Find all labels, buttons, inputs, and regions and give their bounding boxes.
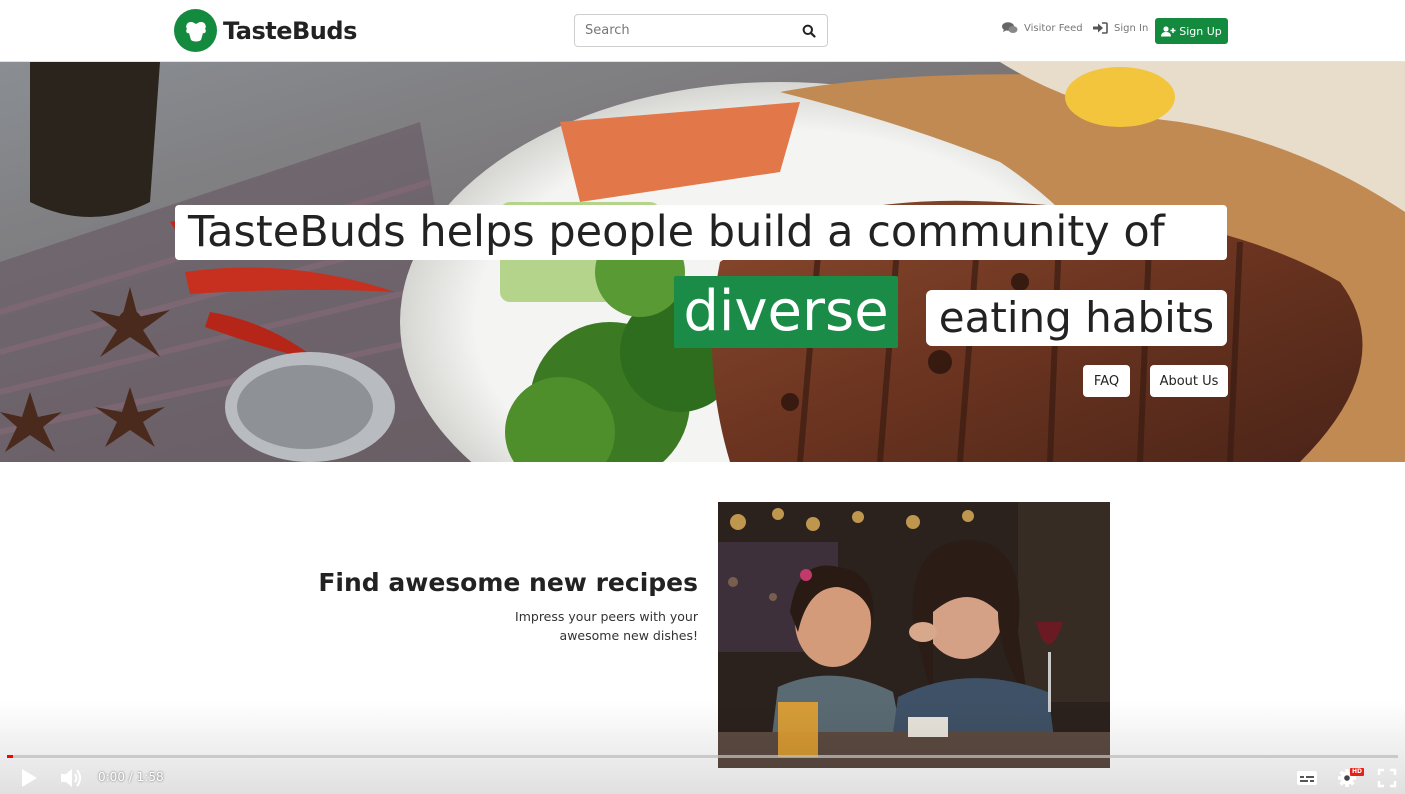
play-icon bbox=[22, 769, 37, 787]
feature-title: Find awesome new recipes bbox=[318, 568, 698, 597]
video-time-separator: / bbox=[128, 770, 133, 784]
hero-banner: TasteBuds helps people build a community… bbox=[0, 62, 1405, 462]
hero-food-image bbox=[0, 62, 1405, 462]
hero-headline-highlight: diverse bbox=[674, 276, 898, 348]
brand-name: TasteBuds bbox=[223, 16, 357, 45]
visitor-feed-link[interactable]: Visitor Feed bbox=[1002, 22, 1083, 34]
sign-in-label: Sign In bbox=[1114, 22, 1149, 34]
feature-description-line1: Impress your peers with your bbox=[515, 609, 698, 624]
sign-up-label: Sign Up bbox=[1179, 24, 1222, 38]
volume-button[interactable] bbox=[58, 765, 86, 791]
faq-button[interactable]: FAQ bbox=[1083, 365, 1130, 397]
feature-description: Impress your peers with your awesome new… bbox=[460, 607, 698, 645]
subtitles-button[interactable] bbox=[1294, 765, 1320, 791]
search-input[interactable] bbox=[575, 15, 791, 46]
volume-icon bbox=[61, 769, 81, 787]
top-navbar: TasteBuds Visitor Feed Sign In bbox=[0, 0, 1405, 62]
video-progress-fill bbox=[7, 755, 13, 758]
search-bar bbox=[574, 14, 828, 47]
search-icon bbox=[802, 24, 816, 38]
visitor-feed-label: Visitor Feed bbox=[1024, 22, 1083, 34]
tastebuds-logo-icon bbox=[174, 9, 217, 52]
brand-link[interactable]: TasteBuds bbox=[174, 9, 357, 52]
user-plus-icon bbox=[1161, 25, 1176, 36]
video-total-time: 1:58 bbox=[136, 770, 164, 784]
video-progress-bar[interactable] bbox=[7, 755, 1398, 758]
comments-icon bbox=[1002, 22, 1018, 33]
hd-badge: HD bbox=[1350, 768, 1365, 776]
play-button[interactable] bbox=[16, 765, 42, 791]
subtitles-icon bbox=[1297, 771, 1317, 785]
fullscreen-icon bbox=[1377, 768, 1397, 788]
sign-up-button[interactable]: Sign Up bbox=[1155, 18, 1228, 44]
hero-headline-line1: TasteBuds helps people build a community… bbox=[175, 205, 1227, 260]
fullscreen-button[interactable] bbox=[1374, 765, 1400, 791]
video-controls-overlay bbox=[0, 700, 1405, 794]
feature-description-line2: awesome new dishes! bbox=[559, 628, 698, 643]
sign-in-icon bbox=[1093, 22, 1108, 34]
about-us-button[interactable]: About Us bbox=[1150, 365, 1228, 397]
video-current-time: 0:00 bbox=[98, 770, 125, 784]
sign-in-link[interactable]: Sign In bbox=[1093, 22, 1148, 34]
hero-headline-line2: eating habits bbox=[926, 290, 1227, 346]
video-time-display: 0:00 / 1:58 bbox=[98, 770, 164, 784]
search-button[interactable] bbox=[791, 15, 827, 46]
